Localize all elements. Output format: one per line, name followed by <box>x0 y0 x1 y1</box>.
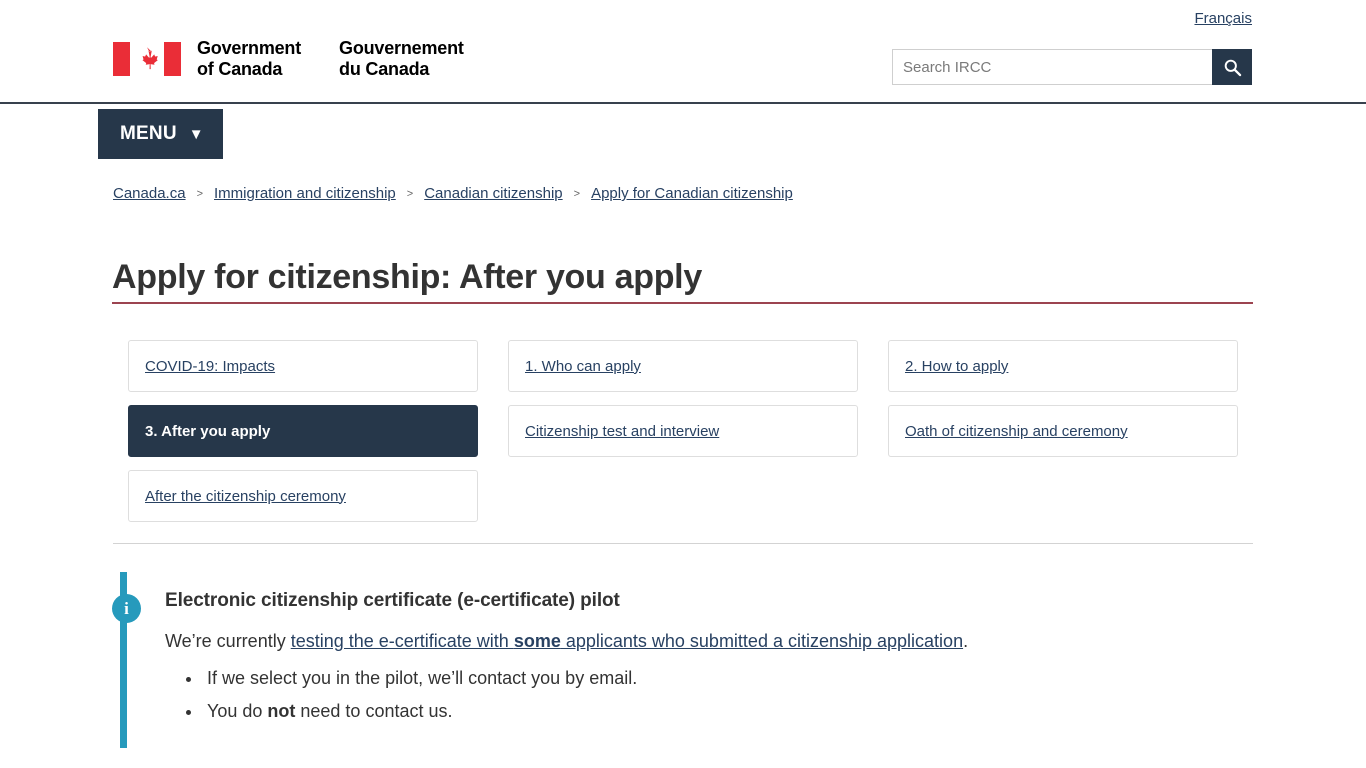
brand-wordmark: Government of Canada Gouvernement du Can… <box>197 38 464 80</box>
link-text-part1: testing the e-certificate with <box>290 631 514 651</box>
breadcrumb-separator: > <box>196 187 203 200</box>
breadcrumb-item-canadian-citizenship[interactable]: Canadian citizenship <box>424 185 562 202</box>
search-input[interactable] <box>892 49 1212 85</box>
nav-card-label: 3. After you apply <box>145 422 271 440</box>
page-title: Apply for citizenship: After you apply <box>112 258 702 296</box>
link-text-part2: applicants who submitted a citizenship a… <box>560 631 964 651</box>
brand-english: Government of Canada <box>197 38 302 79</box>
section-nav-row: After the citizenship ceremony <box>128 470 1238 535</box>
bullet-text-prefix: You do <box>207 701 268 721</box>
nav-card-after-the-citizenship-ceremony[interactable]: After the citizenship ceremony <box>128 470 478 522</box>
brand-french: Gouvernement du Canada <box>339 38 464 79</box>
breadcrumb-item-apply-for-canadian-citizenship[interactable]: Apply for Canadian citizenship <box>591 185 793 202</box>
section-nav-cards: COVID-19: Impacts 1. Who can apply 2. Ho… <box>128 340 1238 535</box>
info-icon: i <box>112 594 141 623</box>
list-item: If we select you in the pilot, we’ll con… <box>203 662 1250 695</box>
breadcrumb-separator: > <box>573 187 581 200</box>
nav-card-label: COVID-19: Impacts <box>145 357 276 375</box>
e-certificate-link[interactable]: testing the e-certificate with some appl… <box>291 631 963 651</box>
nav-card-citizenship-test-and-interview[interactable]: Citizenship test and interview <box>508 405 858 457</box>
chevron-down-icon: ▼ <box>188 125 204 143</box>
nav-card-label: Oath of citizenship and ceremony <box>905 422 1128 440</box>
main-menu-button[interactable]: MENU ▼ <box>98 109 223 159</box>
nav-card-who-can-apply[interactable]: 1. Who can apply <box>508 340 858 392</box>
nav-card-label: 1. Who can apply <box>525 357 641 375</box>
nav-card-label: 2. How to apply <box>905 357 1009 375</box>
language-toggle: Français <box>1194 10 1252 28</box>
title-underline <box>112 302 1253 304</box>
main-menu-label: MENU <box>120 123 177 144</box>
list-item: You do not need to contact us. <box>203 695 1250 728</box>
section-nav-row: COVID-19: Impacts 1. Who can apply 2. Ho… <box>128 340 1238 405</box>
link-text-bold: some <box>513 631 561 651</box>
callout-text-suffix: . <box>963 631 969 651</box>
nav-card-label: After the citizenship ceremony <box>145 487 346 505</box>
bullet-text-suffix: need to contact us. <box>295 701 453 721</box>
site-header: Français Government of Canada Gouverneme… <box>0 0 1366 104</box>
breadcrumb-separator: > <box>406 187 414 200</box>
site-search <box>892 49 1252 85</box>
nav-card-label: Citizenship test and interview <box>525 422 720 440</box>
section-nav-row: 3. After you apply Citizenship test and … <box>128 405 1238 470</box>
bullet-text-bold: not <box>267 701 296 721</box>
nav-card-covid-19-impacts[interactable]: COVID-19: Impacts <box>128 340 478 392</box>
canada-flag-icon <box>113 42 181 76</box>
government-of-canada-brand[interactable]: Government of Canada Gouvernement du Can… <box>113 38 464 80</box>
nav-card-placeholder <box>888 470 1238 522</box>
search-icon <box>1224 59 1241 76</box>
callout-bullet-list: If we select you in the pilot, we’ll con… <box>165 662 1250 728</box>
breadcrumb: Canada.ca > Immigration and citizenship … <box>113 185 793 202</box>
nav-card-placeholder <box>508 470 858 522</box>
info-callout: i Electronic citizenship certificate (e-… <box>112 572 1250 748</box>
callout-paragraph: We’re currently testing the e-certificat… <box>165 628 1250 654</box>
callout-text-prefix: We’re currently <box>165 631 291 651</box>
menu-band: MENU ▼ <box>0 104 1366 159</box>
nav-card-oath-of-citizenship-and-ceremony[interactable]: Oath of citizenship and ceremony <box>888 405 1238 457</box>
content-divider <box>113 543 1253 544</box>
nav-card-after-you-apply[interactable]: 3. After you apply <box>128 405 478 457</box>
bullet-text-prefix: If we select you in the pilot, we’ll con… <box>207 668 638 688</box>
callout-title: Electronic citizenship certificate (e-ce… <box>165 590 620 611</box>
search-button[interactable] <box>1212 49 1252 85</box>
breadcrumb-item-immigration-and-citizenship[interactable]: Immigration and citizenship <box>214 185 396 202</box>
language-link-francais[interactable]: Français <box>1194 10 1252 27</box>
nav-card-how-to-apply[interactable]: 2. How to apply <box>888 340 1238 392</box>
breadcrumb-item-canada-ca[interactable]: Canada.ca <box>113 185 186 202</box>
